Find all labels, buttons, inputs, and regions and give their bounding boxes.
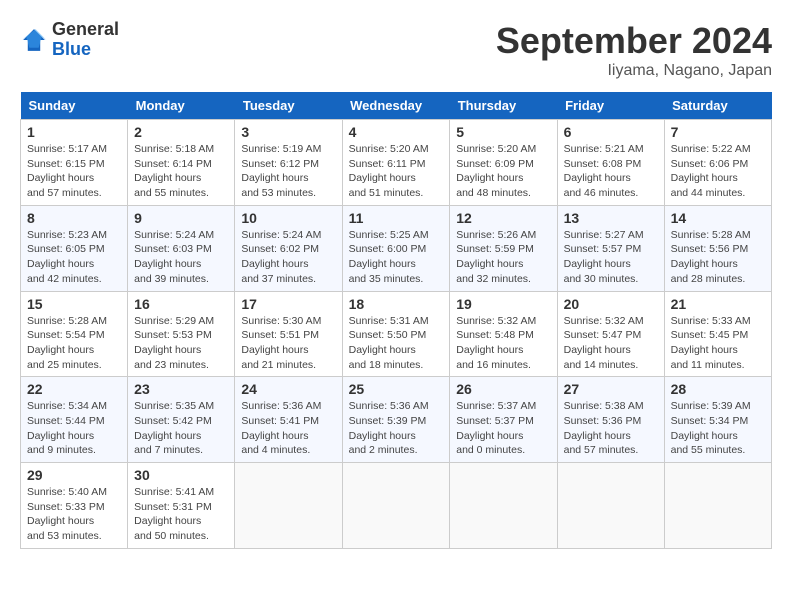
calendar-day-empty: [557, 463, 664, 549]
calendar-day-16: 16Sunrise: 5:29 AMSunset: 5:53 PMDayligh…: [128, 291, 235, 377]
header-wednesday: Wednesday: [342, 92, 450, 120]
header-saturday: Saturday: [664, 92, 771, 120]
calendar-day-17: 17Sunrise: 5:30 AMSunset: 5:51 PMDayligh…: [235, 291, 342, 377]
calendar-day-empty: [235, 463, 342, 549]
calendar-header-row: SundayMondayTuesdayWednesdayThursdayFrid…: [21, 92, 772, 120]
calendar-day-13: 13Sunrise: 5:27 AMSunset: 5:57 PMDayligh…: [557, 205, 664, 291]
calendar-day-1: 1Sunrise: 5:17 AMSunset: 6:15 PMDaylight…: [21, 120, 128, 206]
header-tuesday: Tuesday: [235, 92, 342, 120]
calendar-day-6: 6Sunrise: 5:21 AMSunset: 6:08 PMDaylight…: [557, 120, 664, 206]
calendar-day-22: 22Sunrise: 5:34 AMSunset: 5:44 PMDayligh…: [21, 377, 128, 463]
calendar-day-empty: [664, 463, 771, 549]
calendar-day-14: 14Sunrise: 5:28 AMSunset: 5:56 PMDayligh…: [664, 205, 771, 291]
month-title: September 2024: [496, 20, 772, 62]
calendar-day-25: 25Sunrise: 5:36 AMSunset: 5:39 PMDayligh…: [342, 377, 450, 463]
header-sunday: Sunday: [21, 92, 128, 120]
logo: General Blue: [20, 20, 119, 60]
calendar-day-9: 9Sunrise: 5:24 AMSunset: 6:03 PMDaylight…: [128, 205, 235, 291]
calendar-day-18: 18Sunrise: 5:31 AMSunset: 5:50 PMDayligh…: [342, 291, 450, 377]
calendar-day-23: 23Sunrise: 5:35 AMSunset: 5:42 PMDayligh…: [128, 377, 235, 463]
calendar-day-4: 4Sunrise: 5:20 AMSunset: 6:11 PMDaylight…: [342, 120, 450, 206]
calendar-day-21: 21Sunrise: 5:33 AMSunset: 5:45 PMDayligh…: [664, 291, 771, 377]
calendar-week-3: 22Sunrise: 5:34 AMSunset: 5:44 PMDayligh…: [21, 377, 772, 463]
logo-icon: [20, 26, 48, 54]
calendar-day-24: 24Sunrise: 5:36 AMSunset: 5:41 PMDayligh…: [235, 377, 342, 463]
title-area: September 2024 Iiyama, Nagano, Japan: [496, 20, 772, 80]
calendar-day-29: 29Sunrise: 5:40 AMSunset: 5:33 PMDayligh…: [21, 463, 128, 549]
header-friday: Friday: [557, 92, 664, 120]
calendar-day-26: 26Sunrise: 5:37 AMSunset: 5:37 PMDayligh…: [450, 377, 557, 463]
calendar-day-20: 20Sunrise: 5:32 AMSunset: 5:47 PMDayligh…: [557, 291, 664, 377]
calendar-day-2: 2Sunrise: 5:18 AMSunset: 6:14 PMDaylight…: [128, 120, 235, 206]
calendar-day-15: 15Sunrise: 5:28 AMSunset: 5:54 PMDayligh…: [21, 291, 128, 377]
calendar-table: SundayMondayTuesdayWednesdayThursdayFrid…: [20, 92, 772, 549]
logo-blue-text: Blue: [52, 39, 91, 59]
calendar-day-7: 7Sunrise: 5:22 AMSunset: 6:06 PMDaylight…: [664, 120, 771, 206]
calendar-day-19: 19Sunrise: 5:32 AMSunset: 5:48 PMDayligh…: [450, 291, 557, 377]
calendar-week-1: 8Sunrise: 5:23 AMSunset: 6:05 PMDaylight…: [21, 205, 772, 291]
calendar-day-3: 3Sunrise: 5:19 AMSunset: 6:12 PMDaylight…: [235, 120, 342, 206]
calendar-day-empty: [450, 463, 557, 549]
calendar-day-5: 5Sunrise: 5:20 AMSunset: 6:09 PMDaylight…: [450, 120, 557, 206]
calendar-week-4: 29Sunrise: 5:40 AMSunset: 5:33 PMDayligh…: [21, 463, 772, 549]
location: Iiyama, Nagano, Japan: [496, 62, 772, 80]
calendar-week-2: 15Sunrise: 5:28 AMSunset: 5:54 PMDayligh…: [21, 291, 772, 377]
header-thursday: Thursday: [450, 92, 557, 120]
calendar-day-10: 10Sunrise: 5:24 AMSunset: 6:02 PMDayligh…: [235, 205, 342, 291]
calendar-day-empty: [342, 463, 450, 549]
calendar-day-28: 28Sunrise: 5:39 AMSunset: 5:34 PMDayligh…: [664, 377, 771, 463]
header: General Blue September 2024 Iiyama, Naga…: [20, 20, 772, 80]
calendar-day-8: 8Sunrise: 5:23 AMSunset: 6:05 PMDaylight…: [21, 205, 128, 291]
calendar-week-0: 1Sunrise: 5:17 AMSunset: 6:15 PMDaylight…: [21, 120, 772, 206]
calendar-day-30: 30Sunrise: 5:41 AMSunset: 5:31 PMDayligh…: [128, 463, 235, 549]
calendar-day-11: 11Sunrise: 5:25 AMSunset: 6:00 PMDayligh…: [342, 205, 450, 291]
calendar-day-12: 12Sunrise: 5:26 AMSunset: 5:59 PMDayligh…: [450, 205, 557, 291]
calendar-day-27: 27Sunrise: 5:38 AMSunset: 5:36 PMDayligh…: [557, 377, 664, 463]
logo-general-text: General: [52, 19, 119, 39]
header-monday: Monday: [128, 92, 235, 120]
